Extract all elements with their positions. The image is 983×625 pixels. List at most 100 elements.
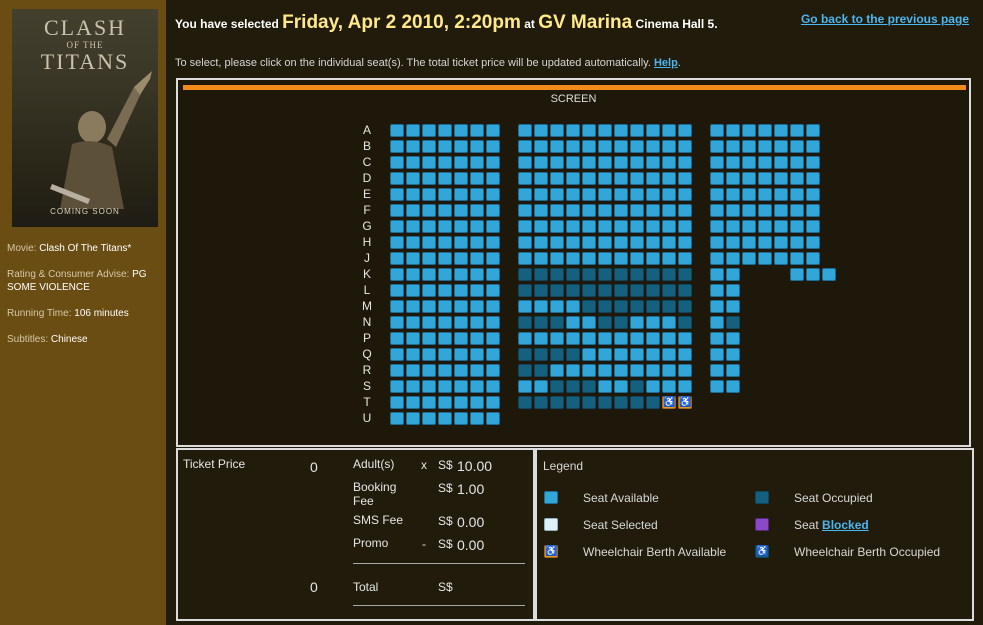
seat-available-s2[interactable] bbox=[406, 380, 420, 393]
seat-available-e2[interactable] bbox=[406, 188, 420, 201]
seat-available-j15[interactable] bbox=[614, 252, 628, 265]
seat-available-f25[interactable] bbox=[774, 204, 788, 217]
seat-available-j10[interactable] bbox=[534, 252, 548, 265]
seat-available-s19[interactable] bbox=[678, 380, 692, 393]
seat-available-g15[interactable] bbox=[614, 220, 628, 233]
seat-available-k3[interactable] bbox=[422, 268, 436, 281]
seat-available-h21[interactable] bbox=[710, 236, 724, 249]
seat-available-l1[interactable] bbox=[390, 284, 404, 297]
seat-available-g11[interactable] bbox=[550, 220, 564, 233]
seat-available-g12[interactable] bbox=[566, 220, 580, 233]
seat-available-h2[interactable] bbox=[406, 236, 420, 249]
seat-available-b5[interactable] bbox=[454, 140, 468, 153]
seat-available-q14[interactable] bbox=[598, 348, 612, 361]
seat-available-b23[interactable] bbox=[742, 140, 756, 153]
seat-available-j2[interactable] bbox=[406, 252, 420, 265]
seat-available-b10[interactable] bbox=[534, 140, 548, 153]
seat-available-u2[interactable] bbox=[406, 412, 420, 425]
seat-available-a18[interactable] bbox=[662, 124, 676, 137]
seat-available-d3[interactable] bbox=[422, 172, 436, 185]
seat-available-t7[interactable] bbox=[486, 396, 500, 409]
seat-available-a10[interactable] bbox=[534, 124, 548, 137]
seat-available-e15[interactable] bbox=[614, 188, 628, 201]
seat-available-l7[interactable] bbox=[486, 284, 500, 297]
seat-available-r1[interactable] bbox=[390, 364, 404, 377]
seat-available-h16[interactable] bbox=[630, 236, 644, 249]
seat-available-p2[interactable] bbox=[406, 332, 420, 345]
seat-available-h6[interactable] bbox=[470, 236, 484, 249]
seat-available-j27[interactable] bbox=[806, 252, 820, 265]
seat-available-m2[interactable] bbox=[406, 300, 420, 313]
seat-available-f24[interactable] bbox=[758, 204, 772, 217]
seat-available-f9[interactable] bbox=[518, 204, 532, 217]
seat-available-n17[interactable] bbox=[646, 316, 660, 329]
seat-available-g14[interactable] bbox=[598, 220, 612, 233]
seat-available-r16[interactable] bbox=[630, 364, 644, 377]
seat-available-b22[interactable] bbox=[726, 140, 740, 153]
seat-available-d25[interactable] bbox=[774, 172, 788, 185]
seat-available-l4[interactable] bbox=[438, 284, 452, 297]
seat-available-l6[interactable] bbox=[470, 284, 484, 297]
seat-available-s15[interactable] bbox=[614, 380, 628, 393]
seat-available-g17[interactable] bbox=[646, 220, 660, 233]
seat-available-q17[interactable] bbox=[646, 348, 660, 361]
seat-available-l5[interactable] bbox=[454, 284, 468, 297]
seat-available-b3[interactable] bbox=[422, 140, 436, 153]
seat-available-b13[interactable] bbox=[582, 140, 596, 153]
seat-available-f26[interactable] bbox=[790, 204, 804, 217]
seat-available-g9[interactable] bbox=[518, 220, 532, 233]
seat-available-l22[interactable] bbox=[726, 284, 740, 297]
seat-available-m6[interactable] bbox=[470, 300, 484, 313]
seat-available-r17[interactable] bbox=[646, 364, 660, 377]
seat-available-t3[interactable] bbox=[422, 396, 436, 409]
seat-available-p1[interactable] bbox=[390, 332, 404, 345]
seat-available-h5[interactable] bbox=[454, 236, 468, 249]
seat-available-r22[interactable] bbox=[726, 364, 740, 377]
seat-available-j25[interactable] bbox=[774, 252, 788, 265]
seat-available-k4[interactable] bbox=[438, 268, 452, 281]
seat-available-e21[interactable] bbox=[710, 188, 724, 201]
seat-available-t4[interactable] bbox=[438, 396, 452, 409]
back-link[interactable]: Go back to the previous page bbox=[801, 12, 969, 26]
seat-available-f21[interactable] bbox=[710, 204, 724, 217]
seat-available-c19[interactable] bbox=[678, 156, 692, 169]
seat-available-a5[interactable] bbox=[454, 124, 468, 137]
seat-available-c4[interactable] bbox=[438, 156, 452, 169]
seat-available-k27[interactable] bbox=[806, 268, 820, 281]
seat-available-p21[interactable] bbox=[710, 332, 724, 345]
seat-available-g25[interactable] bbox=[774, 220, 788, 233]
seat-available-a4[interactable] bbox=[438, 124, 452, 137]
seat-available-q5[interactable] bbox=[454, 348, 468, 361]
seat-available-n13[interactable] bbox=[582, 316, 596, 329]
seat-available-c3[interactable] bbox=[422, 156, 436, 169]
seat-available-g1[interactable] bbox=[390, 220, 404, 233]
seat-available-r4[interactable] bbox=[438, 364, 452, 377]
seat-available-h13[interactable] bbox=[582, 236, 596, 249]
seat-available-g23[interactable] bbox=[742, 220, 756, 233]
seat-available-g19[interactable] bbox=[678, 220, 692, 233]
seat-available-e6[interactable] bbox=[470, 188, 484, 201]
seat-available-e17[interactable] bbox=[646, 188, 660, 201]
seat-available-f11[interactable] bbox=[550, 204, 564, 217]
seat-available-f15[interactable] bbox=[614, 204, 628, 217]
seat-available-f3[interactable] bbox=[422, 204, 436, 217]
seat-available-j5[interactable] bbox=[454, 252, 468, 265]
seat-available-p5[interactable] bbox=[454, 332, 468, 345]
seat-available-g22[interactable] bbox=[726, 220, 740, 233]
seat-available-q3[interactable] bbox=[422, 348, 436, 361]
seat-available-j12[interactable] bbox=[566, 252, 580, 265]
seat-available-e25[interactable] bbox=[774, 188, 788, 201]
seat-available-h27[interactable] bbox=[806, 236, 820, 249]
seat-available-a3[interactable] bbox=[422, 124, 436, 137]
seat-available-m10[interactable] bbox=[534, 300, 548, 313]
seat-available-p14[interactable] bbox=[598, 332, 612, 345]
seat-available-d22[interactable] bbox=[726, 172, 740, 185]
seat-available-k6[interactable] bbox=[470, 268, 484, 281]
seat-available-n16[interactable] bbox=[630, 316, 644, 329]
seat-available-a9[interactable] bbox=[518, 124, 532, 137]
seat-available-e5[interactable] bbox=[454, 188, 468, 201]
seat-available-d19[interactable] bbox=[678, 172, 692, 185]
seat-available-f4[interactable] bbox=[438, 204, 452, 217]
seat-available-d1[interactable] bbox=[390, 172, 404, 185]
seat-available-h12[interactable] bbox=[566, 236, 580, 249]
